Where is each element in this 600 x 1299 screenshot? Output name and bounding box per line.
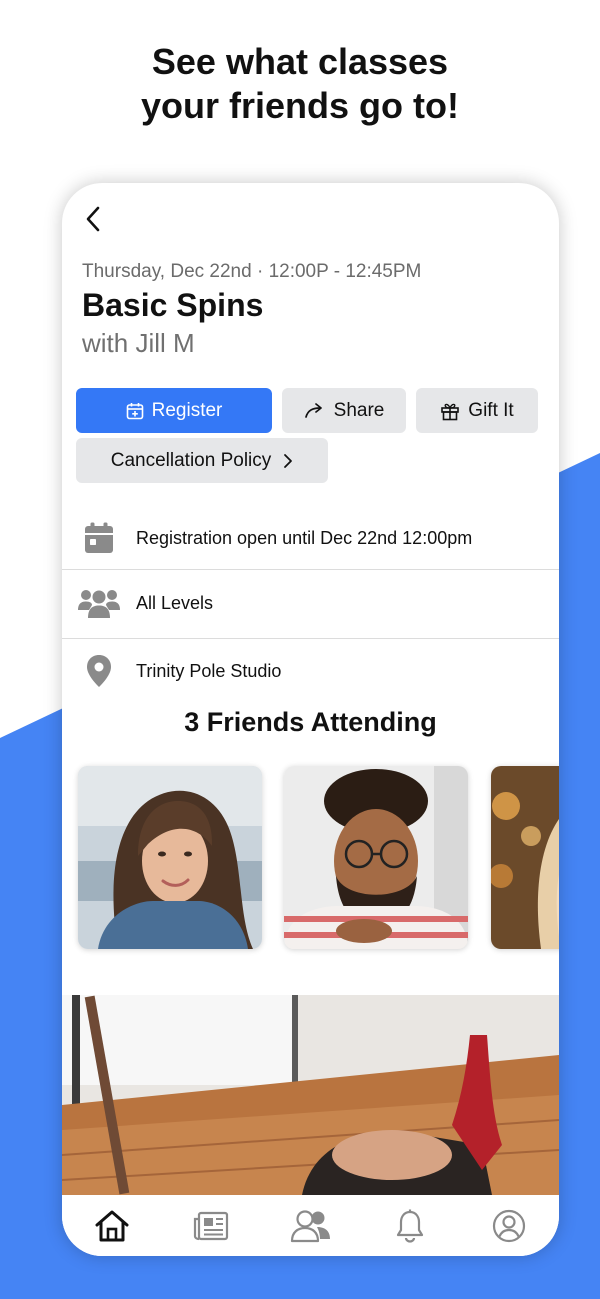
location-pin-icon bbox=[87, 655, 111, 687]
promo-headline-line1: See what classes bbox=[151, 41, 449, 82]
gift-icon bbox=[441, 403, 460, 420]
tab-news[interactable] bbox=[161, 1195, 260, 1256]
friend-card[interactable] bbox=[491, 766, 559, 949]
chevron-left-icon bbox=[86, 206, 100, 232]
tab-profile[interactable] bbox=[460, 1195, 559, 1256]
share-arrow-icon bbox=[304, 402, 322, 418]
gift-button[interactable]: Gift It bbox=[416, 388, 538, 433]
bell-icon bbox=[396, 1209, 424, 1243]
promo-headline-line2: your friends go to! bbox=[141, 85, 459, 126]
tab-notifications[interactable] bbox=[360, 1195, 459, 1256]
bottom-tab-bar bbox=[62, 1195, 559, 1256]
share-label: Share bbox=[333, 399, 385, 421]
chevron-right-icon bbox=[284, 453, 293, 468]
class-title: Basic Spins bbox=[82, 287, 264, 323]
location-info-row: Trinity Pole Studio bbox=[62, 637, 559, 705]
phone-screen: Thursday, Dec 22nd · 12:00P - 12:45PM Ba… bbox=[62, 183, 559, 1256]
tab-friends[interactable] bbox=[261, 1195, 360, 1256]
registration-text: Registration open until Dec 22nd 12:00pm bbox=[136, 527, 473, 548]
friend-photo-woman-brown-hair bbox=[78, 766, 262, 949]
friend-card[interactable] bbox=[284, 766, 468, 949]
promo-headline: See what classes your friends go to! bbox=[0, 40, 600, 128]
gift-label: Gift It bbox=[468, 399, 514, 421]
cancellation-policy-label: Cancellation Policy bbox=[110, 449, 272, 471]
location-text: Trinity Pole Studio bbox=[136, 660, 282, 681]
news-icon bbox=[194, 1211, 229, 1240]
register-label: Register bbox=[151, 399, 223, 421]
studio-floor-photo bbox=[62, 995, 559, 1195]
class-datetime: Thursday, Dec 22nd · 12:00P - 12:45PM bbox=[82, 261, 422, 282]
share-button[interactable]: Share bbox=[282, 388, 406, 433]
profile-icon bbox=[493, 1209, 526, 1242]
home-icon bbox=[95, 1210, 129, 1241]
group-icon bbox=[78, 590, 120, 618]
class-instructor: with Jill M bbox=[82, 328, 195, 358]
calendar-plus-icon bbox=[126, 402, 143, 419]
friend-photo-blonde-partial bbox=[491, 766, 559, 949]
calendar-icon bbox=[85, 522, 113, 553]
friend-card[interactable] bbox=[78, 766, 262, 949]
cancellation-policy-button[interactable]: Cancellation Policy bbox=[76, 438, 328, 483]
registration-info-row: Registration open until Dec 22nd 12:00pm bbox=[62, 504, 559, 572]
level-info-row: All Levels bbox=[62, 569, 559, 637]
register-button[interactable]: Register bbox=[76, 388, 272, 433]
back-button[interactable] bbox=[84, 203, 112, 235]
tab-home[interactable] bbox=[62, 1195, 161, 1256]
friends-attending-heading: 3 Friends Attending bbox=[184, 707, 437, 737]
friends-icon bbox=[290, 1209, 330, 1242]
class-hero-image bbox=[62, 995, 559, 1195]
friend-photo-man-glasses bbox=[284, 766, 468, 949]
level-text: All Levels bbox=[136, 592, 214, 613]
